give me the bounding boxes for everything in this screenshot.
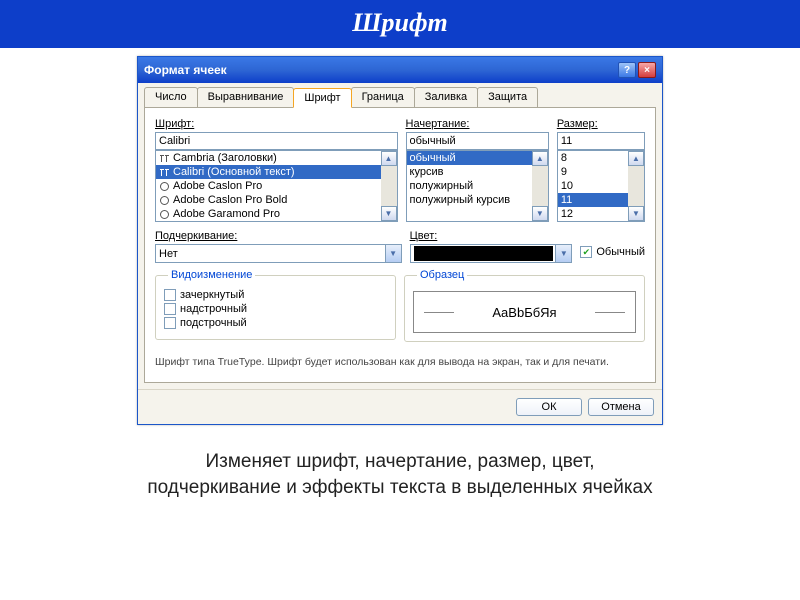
color-swatch: [414, 246, 554, 261]
checkbox-icon: ✔: [580, 246, 592, 258]
list-item[interactable]: 10: [558, 179, 628, 193]
list-item[interactable]: 12: [558, 207, 628, 221]
dialog-titlebar[interactable]: Формат ячеек ? ×: [138, 57, 662, 83]
ok-button[interactable]: ОК: [516, 398, 582, 416]
truetype-icon: [159, 167, 170, 178]
tabs: Число Выравнивание Шрифт Граница Заливка…: [144, 87, 656, 107]
opentype-icon: [159, 181, 170, 192]
list-item[interactable]: Adobe Caslon Pro: [156, 179, 381, 193]
format-cells-dialog: Формат ячеек ? × Число Выравнивание Шриф…: [137, 56, 663, 425]
underline-dropdown[interactable]: Нет ▼: [155, 244, 402, 263]
tab-border[interactable]: Граница: [351, 87, 415, 107]
checkbox-icon: [164, 317, 176, 329]
strikethrough-checkbox[interactable]: зачеркнутый: [164, 289, 387, 301]
opentype-icon: [159, 209, 170, 220]
scroll-up-icon[interactable]: ▲: [628, 151, 644, 166]
list-item[interactable]: 9: [558, 165, 628, 179]
list-item[interactable]: Cambria (Заголовки): [156, 151, 381, 165]
scrollbar[interactable]: ▲ ▼: [532, 151, 548, 221]
scrollbar[interactable]: ▲ ▼: [381, 151, 397, 221]
font-label: Шрифт:: [155, 118, 398, 130]
dialog-title-text: Формат ячеек: [144, 63, 227, 77]
style-label: Начертание:: [406, 118, 549, 130]
truetype-icon: [159, 153, 170, 164]
superscript-checkbox[interactable]: надстрочный: [164, 303, 387, 315]
preview-box: AaBbБбЯя: [413, 291, 636, 333]
subscript-checkbox[interactable]: подстрочный: [164, 317, 387, 329]
effects-legend: Видоизменение: [168, 269, 255, 281]
list-item[interactable]: Calibri (Основной текст): [156, 165, 381, 179]
tab-fill[interactable]: Заливка: [414, 87, 478, 107]
caption: Изменяет шрифт, начертание, размер, цвет…: [0, 449, 800, 500]
style-listbox[interactable]: обычный курсив полужирный полужирный кур…: [406, 150, 549, 222]
page-title: Шрифт: [0, 0, 800, 48]
underline-label: Подчеркивание:: [155, 230, 402, 242]
dialog-footer: ОК Отмена: [138, 389, 662, 424]
tab-font[interactable]: Шрифт: [293, 88, 351, 108]
hint-text: Шрифт типа TrueType. Шрифт будет использ…: [155, 356, 645, 368]
normal-checkbox[interactable]: ✔ Обычный: [580, 246, 645, 258]
color-dropdown[interactable]: ▼: [410, 244, 573, 263]
list-item[interactable]: Adobe Caslon Pro Bold: [156, 193, 381, 207]
list-item[interactable]: полужирный: [407, 179, 532, 193]
size-listbox[interactable]: 8 9 10 11 12 14 ▲ ▼: [557, 150, 645, 222]
list-item[interactable]: Adobe Garamond Pro: [156, 207, 381, 221]
list-item[interactable]: полужирный курсив: [407, 193, 532, 207]
font-panel: Шрифт: Cambria (Заголовки) Calibri (Осно…: [144, 107, 656, 383]
font-listbox[interactable]: Cambria (Заголовки) Calibri (Основной те…: [155, 150, 398, 222]
preview-legend: Образец: [417, 269, 467, 281]
scroll-up-icon[interactable]: ▲: [532, 151, 548, 166]
list-item[interactable]: 8: [558, 151, 628, 165]
scroll-up-icon[interactable]: ▲: [381, 151, 397, 166]
underline-value: Нет: [159, 248, 178, 260]
size-input[interactable]: [557, 132, 645, 150]
checkbox-icon: [164, 303, 176, 315]
list-item[interactable]: курсив: [407, 165, 532, 179]
preview-fieldset: Образец AaBbБбЯя: [404, 269, 645, 342]
style-input[interactable]: [406, 132, 549, 150]
scroll-down-icon[interactable]: ▼: [381, 206, 397, 221]
tab-protection[interactable]: Защита: [477, 87, 538, 107]
chevron-down-icon[interactable]: ▼: [385, 245, 401, 262]
list-item[interactable]: 11: [558, 193, 628, 207]
cancel-button[interactable]: Отмена: [588, 398, 654, 416]
scrollbar[interactable]: ▲ ▼: [628, 151, 644, 221]
tab-number[interactable]: Число: [144, 87, 198, 107]
effects-fieldset: Видоизменение зачеркнутый надстрочный по…: [155, 269, 396, 340]
dialog-container: Формат ячеек ? × Число Выравнивание Шриф…: [0, 56, 800, 425]
chevron-down-icon[interactable]: ▼: [555, 245, 571, 262]
checkbox-icon: [164, 289, 176, 301]
preview-text: AaBbБбЯя: [492, 305, 556, 320]
tab-alignment[interactable]: Выравнивание: [197, 87, 295, 107]
close-button[interactable]: ×: [638, 62, 656, 78]
list-item[interactable]: обычный: [407, 151, 532, 165]
help-button[interactable]: ?: [618, 62, 636, 78]
font-input[interactable]: [155, 132, 398, 150]
scroll-down-icon[interactable]: ▼: [628, 206, 644, 221]
size-label: Размер:: [557, 118, 645, 130]
scroll-down-icon[interactable]: ▼: [532, 206, 548, 221]
color-label: Цвет:: [410, 230, 645, 242]
opentype-icon: [159, 195, 170, 206]
